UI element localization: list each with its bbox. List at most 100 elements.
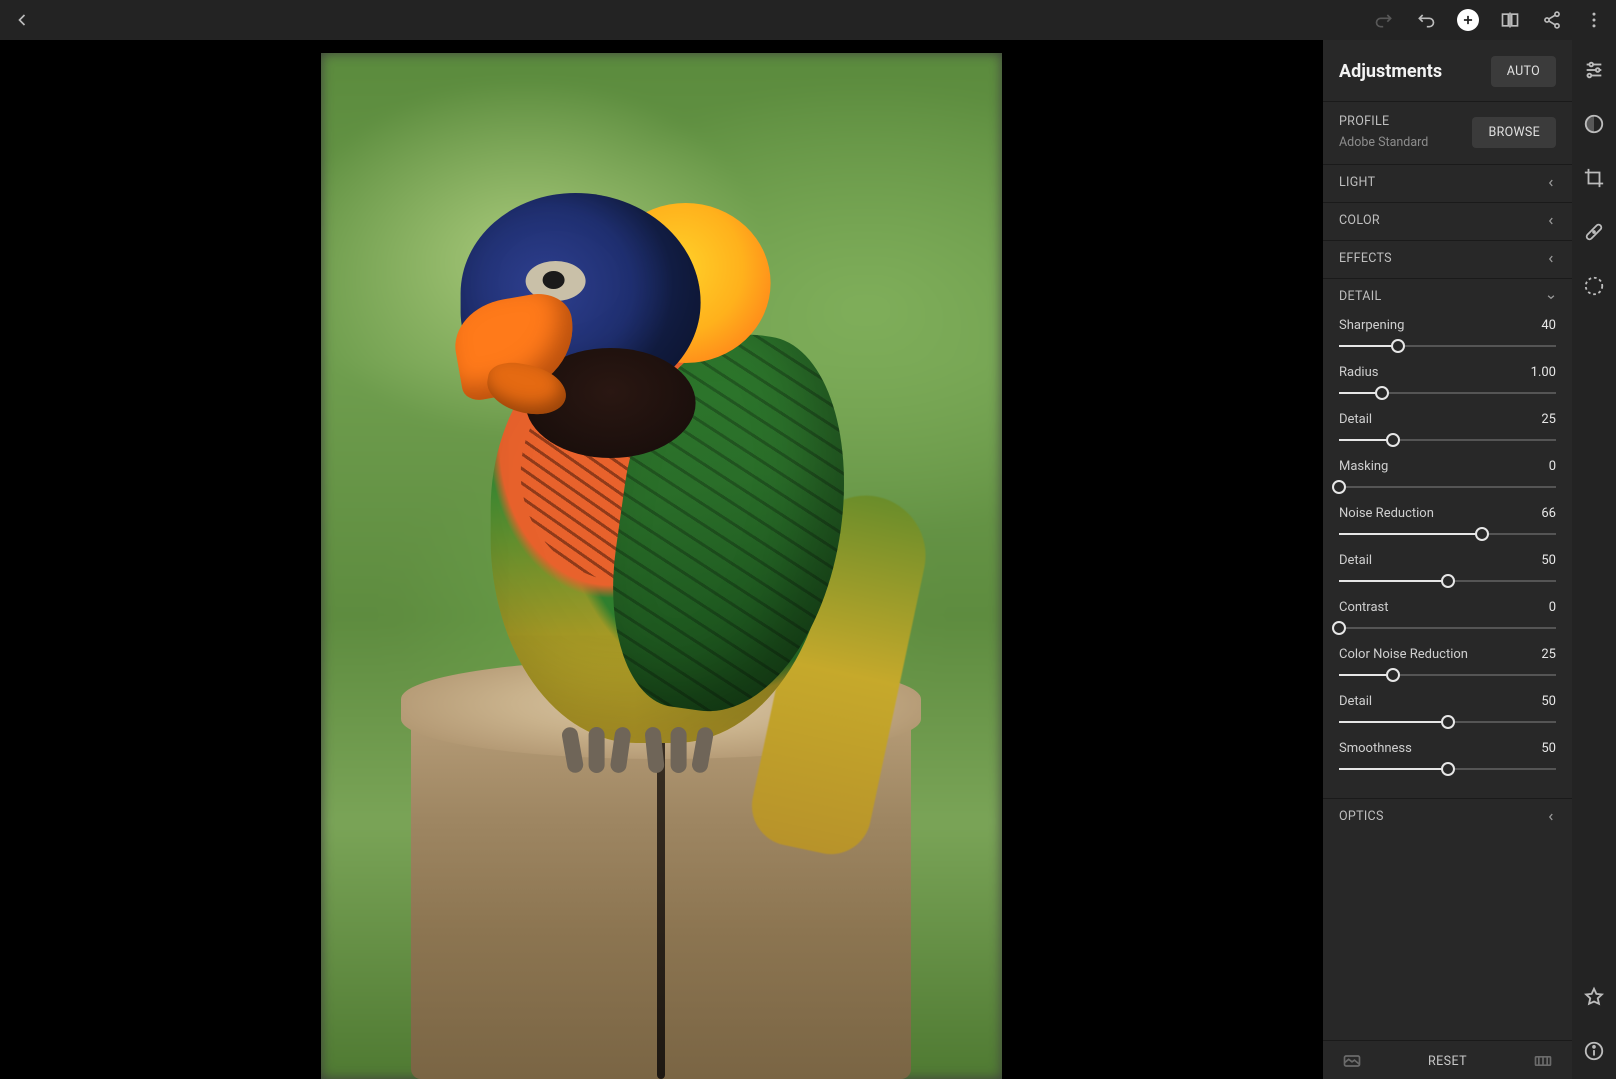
slider-noise-reduction[interactable]: Noise Reduction 66	[1339, 506, 1556, 541]
slider-knob[interactable]	[1332, 621, 1346, 635]
filmstrip-icon[interactable]	[1530, 1051, 1556, 1071]
redo-icon	[1374, 10, 1394, 30]
auto-button[interactable]: AUTO	[1491, 56, 1556, 87]
slider-value: 0	[1549, 600, 1556, 615]
browse-profiles-button[interactable]: BROWSE	[1472, 117, 1556, 148]
kebab-icon	[1584, 10, 1604, 30]
previous-icon[interactable]	[1339, 1051, 1365, 1071]
add-photo-button[interactable]	[1456, 8, 1480, 32]
tool-rail	[1572, 40, 1616, 1079]
panel-footer: RESET	[1323, 1040, 1572, 1079]
slider-label: Noise Reduction	[1339, 506, 1434, 521]
section-label: DETAIL	[1339, 289, 1382, 304]
info-icon	[1583, 1040, 1605, 1062]
slider-value: 40	[1541, 318, 1556, 333]
section-light[interactable]: LIGHT	[1323, 164, 1572, 202]
slider-value: 25	[1541, 647, 1556, 662]
slider-knob[interactable]	[1386, 668, 1400, 682]
top-toolbar	[0, 0, 1616, 40]
slider-track[interactable]	[1339, 527, 1556, 541]
redo-button	[1372, 8, 1396, 32]
slider-knob[interactable]	[1391, 339, 1405, 353]
slider-knob[interactable]	[1475, 527, 1489, 541]
slider-knob[interactable]	[1441, 762, 1455, 776]
share-button[interactable]	[1540, 8, 1564, 32]
slider-value: 50	[1541, 694, 1556, 709]
canvas-area[interactable]	[0, 40, 1322, 1079]
detail-sliders: Sharpening40Radius1.00Detail25Masking0No…	[1323, 306, 1572, 798]
slider-track[interactable]	[1339, 386, 1556, 400]
slider-track[interactable]	[1339, 433, 1556, 447]
adjust-tool[interactable]	[1582, 58, 1606, 82]
section-effects[interactable]: EFFECTS	[1323, 240, 1572, 278]
slider-label: Smoothness	[1339, 741, 1412, 756]
moon-circle-icon	[1583, 113, 1605, 135]
back-button[interactable]	[10, 8, 34, 32]
tone-curve-tool[interactable]	[1582, 112, 1606, 136]
section-color[interactable]: COLOR	[1323, 202, 1572, 240]
undo-button[interactable]	[1414, 8, 1438, 32]
slider-detail[interactable]: Detail25	[1339, 412, 1556, 447]
bandage-icon	[1583, 221, 1605, 243]
chevron-left-icon	[1546, 812, 1556, 822]
slider-value: 50	[1541, 553, 1556, 568]
slider-label: Color Noise Reduction	[1339, 647, 1468, 662]
slider-detail[interactable]: Detail 50	[1339, 553, 1556, 588]
chevron-left-icon	[1546, 178, 1556, 188]
panel-title: Adjustments	[1339, 61, 1442, 82]
healing-tool[interactable]	[1582, 220, 1606, 244]
arrow-left-icon	[12, 10, 32, 30]
compare-button[interactable]	[1498, 8, 1522, 32]
slider-track[interactable]	[1339, 339, 1556, 353]
share-icon	[1542, 10, 1562, 30]
section-optics[interactable]: OPTICS	[1323, 798, 1572, 836]
slider-detail[interactable]: Detail50	[1339, 694, 1556, 729]
slider-label: Masking	[1339, 459, 1388, 474]
slider-value: 66	[1541, 506, 1556, 521]
section-label: COLOR	[1339, 213, 1380, 228]
adjustments-panel: Adjustments AUTO PROFILE Adobe Standard …	[1322, 40, 1572, 1079]
masking-tool[interactable]	[1582, 274, 1606, 298]
slider-sharpening[interactable]: Sharpening 40	[1339, 318, 1556, 353]
slider-knob[interactable]	[1332, 480, 1346, 494]
crop-tool[interactable]	[1582, 166, 1606, 190]
radial-icon	[1583, 275, 1605, 297]
slider-track[interactable]	[1339, 668, 1556, 682]
slider-label: Radius	[1339, 365, 1378, 380]
sliders-icon	[1583, 59, 1605, 81]
slider-track[interactable]	[1339, 574, 1556, 588]
slider-value: 1.00	[1531, 365, 1556, 380]
slider-knob[interactable]	[1441, 715, 1455, 729]
slider-smoothness[interactable]: Smoothness 50	[1339, 741, 1556, 776]
slider-masking[interactable]: Masking 0	[1339, 459, 1556, 494]
slider-color-noise-reduction[interactable]: Color Noise Reduction 25	[1339, 647, 1556, 682]
rating-tool[interactable]	[1582, 985, 1606, 1009]
chevron-left-icon	[1546, 216, 1556, 226]
crop-icon	[1583, 167, 1605, 189]
profile-label: PROFILE	[1339, 114, 1428, 129]
section-label: EFFECTS	[1339, 251, 1392, 266]
section-label: LIGHT	[1339, 175, 1375, 190]
info-tool[interactable]	[1582, 1039, 1606, 1063]
slider-track[interactable]	[1339, 480, 1556, 494]
chevron-down-icon	[1546, 292, 1556, 302]
compare-icon	[1499, 10, 1521, 30]
reset-button[interactable]: RESET	[1428, 1054, 1467, 1069]
slider-label: Detail	[1339, 553, 1372, 568]
slider-value: 0	[1549, 459, 1556, 474]
section-detail[interactable]: DETAIL	[1323, 278, 1572, 306]
slider-label: Sharpening	[1339, 318, 1404, 333]
section-label: OPTICS	[1339, 809, 1384, 824]
slider-contrast[interactable]: Contrast0	[1339, 600, 1556, 635]
slider-track[interactable]	[1339, 621, 1556, 635]
profile-value: Adobe Standard	[1339, 135, 1428, 150]
slider-radius[interactable]: Radius 1.00	[1339, 365, 1556, 400]
slider-track[interactable]	[1339, 762, 1556, 776]
slider-knob[interactable]	[1375, 386, 1389, 400]
more-menu-button[interactable]	[1582, 8, 1606, 32]
slider-knob[interactable]	[1386, 433, 1400, 447]
slider-value: 50	[1541, 741, 1556, 756]
slider-knob[interactable]	[1441, 574, 1455, 588]
slider-track[interactable]	[1339, 715, 1556, 729]
undo-icon	[1416, 10, 1436, 30]
